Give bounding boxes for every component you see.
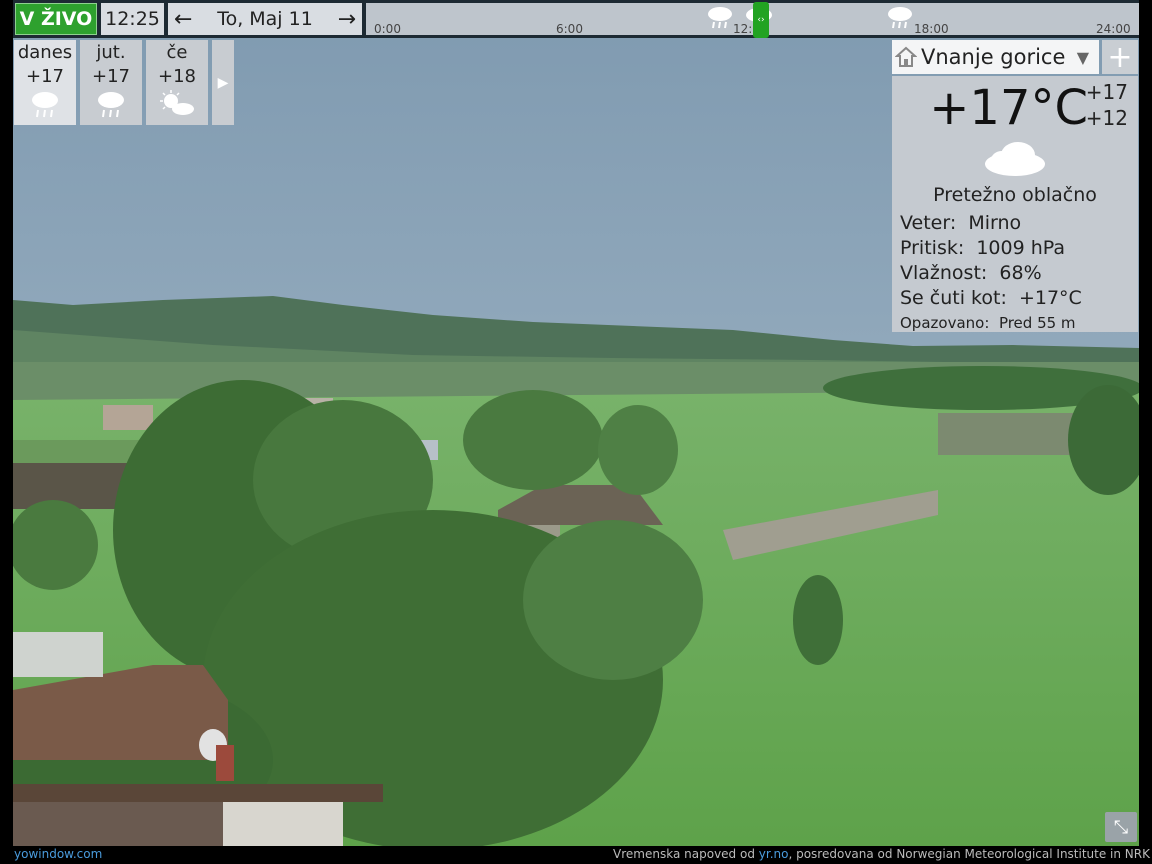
arrow-right-icon[interactable]: → <box>338 7 356 32</box>
forecast-day-temp: +18 <box>158 66 196 87</box>
rain-cloud-icon <box>32 92 58 118</box>
chevron-down-icon: ▼ <box>1076 48 1089 67</box>
live-button[interactable]: V ŽIVO <box>15 3 97 35</box>
credit-suffix: , posredovana od Norwegian Meteorologica… <box>788 847 1150 861</box>
add-location-button[interactable]: + <box>1102 39 1138 75</box>
wind-row: Veter: Mirno <box>900 212 1021 234</box>
current-temperature: +17°C <box>929 80 1088 136</box>
observed-row: Opazovano: Pred 55 m <box>900 314 1076 332</box>
timeline-tick: 24:00 <box>1096 22 1131 36</box>
rain-cloud-icon <box>888 7 912 29</box>
location-selector[interactable]: Vnanje gorice ▼ <box>892 40 1099 74</box>
forecast-day[interactable]: jut. +17 <box>80 40 142 125</box>
forecast-day-name: če <box>166 42 188 63</box>
timeline-tick: 0:00 <box>374 22 401 36</box>
humidity-value: 68% <box>999 262 1042 284</box>
observed-label: Opazovano: <box>900 314 990 332</box>
rain-cloud-icon <box>708 7 732 29</box>
forecast-day-name: jut. <box>96 42 126 63</box>
feels-like-row: Se čuti kot: +17°C <box>900 287 1082 309</box>
observed-value: Pred 55 m <box>998 314 1076 332</box>
site-link[interactable]: yowindow.com <box>14 847 102 861</box>
arrow-left-icon[interactable]: ← <box>174 7 192 32</box>
condition-text: Pretežno oblačno <box>933 184 1097 206</box>
forecast-strip: danes +17 jut. +17 če +18 ▶ <box>14 40 234 125</box>
collapse-icon[interactable]: ⤡ <box>1105 812 1137 842</box>
date-navigator: ← To, Maj 11 → <box>168 3 362 35</box>
forecast-day-temp: +17 <box>26 66 64 87</box>
timeline-tick: 6:00 <box>556 22 583 36</box>
pressure-value: 1009 hPa <box>976 237 1066 259</box>
credit-prefix: Vremenska napoved od <box>613 847 755 861</box>
timeline-tick: 18:00 <box>914 22 949 36</box>
current-conditions: +17°C +17 +12 Pretežno oblačno Veter: Mi… <box>892 76 1138 332</box>
timeline-handle[interactable]: ‹› <box>753 2 769 38</box>
credit-text: Vremenska napoved od yr.no, posredovana … <box>613 847 1150 861</box>
play-right-icon[interactable]: ▶ <box>212 40 234 125</box>
top-bar: V ŽIVO 12:25 ← To, Maj 11 → 0:00 6:00 12… <box>13 0 1139 38</box>
yr-link[interactable]: yr.no <box>759 847 789 861</box>
wind-label: Veter: <box>900 212 957 234</box>
time-slider[interactable]: 0:00 6:00 12: 18:00 24:00 ‹› <box>366 2 1139 38</box>
humidity-label: Vlažnost: <box>900 262 988 284</box>
feels-like-value: +17°C <box>1018 287 1082 309</box>
feels-like-label: Se čuti kot: <box>900 287 1007 309</box>
low-temperature: +12 <box>1085 106 1128 130</box>
cloud-icon <box>985 142 1045 176</box>
wind-value: Mirno <box>968 212 1022 234</box>
forecast-day-temp: +17 <box>92 66 130 87</box>
forecast-day[interactable]: danes +17 <box>14 40 76 125</box>
home-icon <box>895 46 917 67</box>
plus-icon: + <box>1107 39 1133 75</box>
forecast-day-name: danes <box>17 42 73 63</box>
high-temperature: +17 <box>1085 80 1128 104</box>
forecast-day[interactable]: če +18 <box>146 40 208 125</box>
pressure-label: Pritisk: <box>900 237 965 259</box>
location-name: Vnanje gorice <box>921 45 1066 69</box>
current-date: To, Maj 11 <box>217 8 313 30</box>
pressure-row: Pritisk: 1009 hPa <box>900 237 1065 259</box>
weather-panel: Vnanje gorice ▼ + +17°C +17 +12 Pretežno… <box>892 40 1138 332</box>
sun-cloud-icon <box>160 90 194 115</box>
current-time: 12:25 <box>101 3 164 35</box>
rain-cloud-icon <box>98 92 124 118</box>
humidity-row: Vlažnost: 68% <box>900 262 1042 284</box>
footer: yowindow.com Vremenska napoved od yr.no,… <box>0 846 1152 864</box>
